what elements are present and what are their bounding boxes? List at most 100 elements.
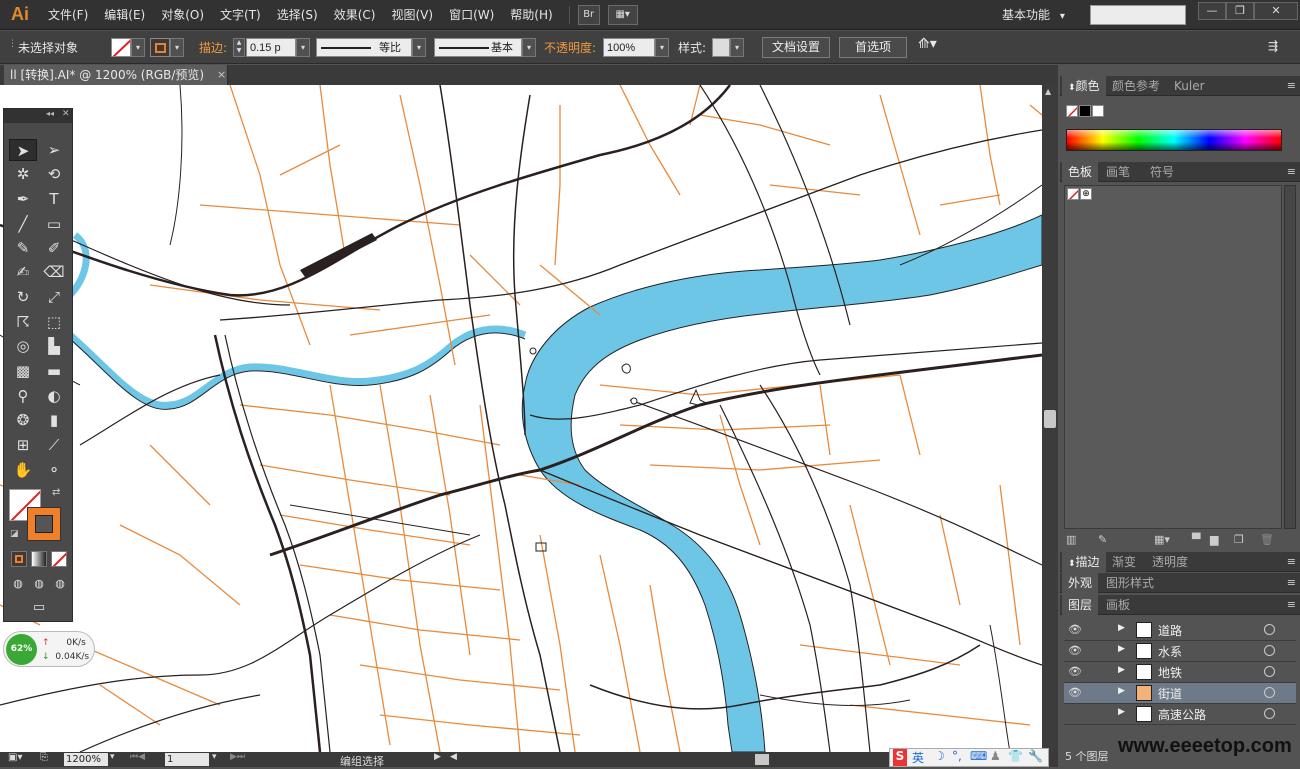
swatch-scrollbar[interactable] <box>1284 185 1296 529</box>
tab-layers[interactable]: 图层 <box>1062 595 1099 615</box>
eye-icon[interactable]: 👁 <box>1068 624 1082 636</box>
rotate-tool-icon[interactable]: ↻ <box>9 286 37 308</box>
delete-swatch-icon[interactable]: 🗑 <box>1260 533 1274 546</box>
moon-icon[interactable]: ☽ <box>934 749 945 763</box>
tab-color-guide[interactable]: 颜色参考 <box>1106 76 1166 96</box>
expand-arrow-icon[interactable]: ▶ <box>1118 665 1125 675</box>
eye-icon[interactable]: 👁 <box>1068 666 1082 678</box>
rectangle-tool-icon[interactable]: ▭ <box>40 213 68 235</box>
lasso-tool-icon[interactable]: ⟲ <box>40 163 68 185</box>
bridge-button[interactable]: Br <box>577 4 600 25</box>
opacity-input[interactable] <box>603 38 655 57</box>
panel-menu-icon[interactable]: ≡ <box>1287 76 1296 96</box>
layer-row[interactable]: 👁 ▶ 水系 <box>1064 641 1296 662</box>
color-swatch-white[interactable] <box>1092 105 1104 117</box>
eraser-tool-icon[interactable]: ⌫ <box>40 261 68 283</box>
skin-icon[interactable]: 👕 <box>1008 749 1023 763</box>
minimize-button[interactable]: — <box>1198 2 1226 20</box>
zoom-level-input[interactable]: 1200% <box>64 753 108 766</box>
status-arrow-icon[interactable]: ▶ <box>434 752 441 762</box>
stroke-color-box[interactable] <box>150 38 170 57</box>
menu-help[interactable]: 帮助(H) <box>502 0 560 30</box>
layer-row[interactable]: ▶ 高速公路 <box>1064 704 1296 725</box>
menu-window[interactable]: 窗口(W) <box>441 0 502 30</box>
blob-brush-tool-icon[interactable]: ✍ <box>9 261 37 283</box>
artboard-tool-icon[interactable]: ⊞ <box>9 434 37 456</box>
user-icon[interactable]: ♟ <box>990 749 1001 763</box>
symbol-sprayer-tool-icon[interactable]: ❂ <box>9 409 37 431</box>
panel-menu-icon[interactable]: ≡ <box>1287 552 1296 572</box>
expand-arrow-icon[interactable]: ▶ <box>1118 707 1125 717</box>
stroke-weight-dropdown[interactable]: ▾ <box>296 38 310 57</box>
swatch-registration[interactable]: ⊕ <box>1080 188 1092 200</box>
swatch-kind-icon[interactable]: ▦▾ <box>1154 533 1170 546</box>
collapse-icon[interactable]: ◂◂ <box>46 109 54 118</box>
workspace-switcher[interactable]: 基本功能 ▾ <box>1002 0 1065 30</box>
layer-row-selected[interactable]: 👁 ▶ 街道 <box>1064 683 1296 704</box>
stroke-weight-label[interactable]: 描边: <box>199 39 227 56</box>
restore-button[interactable]: ❐ <box>1226 2 1254 20</box>
panel-menu-icon[interactable]: ⇶ <box>1268 39 1278 53</box>
screen-mode-icon[interactable]: ▭ <box>24 597 54 619</box>
menu-file[interactable]: 文件(F) <box>40 0 96 30</box>
tools-panel-header[interactable]: ◂◂ ✕ <box>4 109 72 123</box>
hand-tool-icon[interactable]: ✋ <box>9 459 37 481</box>
gradient-mode-button[interactable] <box>31 551 47 567</box>
tab-appearance[interactable]: 外观 <box>1062 573 1099 593</box>
swatch-none[interactable] <box>1067 188 1079 200</box>
panel-menu-icon[interactable]: ≡ <box>1287 595 1296 615</box>
style-dropdown[interactable]: ▾ <box>730 38 744 57</box>
swap-fill-stroke-icon[interactable]: ⇄ <box>52 487 60 498</box>
vertical-scroll-thumb[interactable] <box>1044 410 1056 428</box>
opacity-label[interactable]: 不透明度: <box>544 39 596 56</box>
target-icon[interactable] <box>1264 708 1275 719</box>
layer-row[interactable]: 👁 ▶ 道路 <box>1064 620 1296 641</box>
expand-arrow-icon[interactable]: ▶ <box>1118 623 1125 633</box>
page-number-input[interactable]: 1 <box>165 753 209 766</box>
new-swatch-icon[interactable]: ❐ <box>1234 533 1244 546</box>
wrench-icon[interactable]: 🔧 <box>1028 749 1043 763</box>
close-button[interactable]: ✕ <box>1254 2 1298 20</box>
layer-name[interactable]: 道路 <box>1158 622 1182 639</box>
fill-color-box[interactable] <box>111 38 131 57</box>
default-colors-icon[interactable]: ◪ <box>10 529 19 539</box>
export-icon[interactable]: ⎘ <box>40 752 48 763</box>
color-mode-button[interactable] <box>11 551 27 567</box>
selection-tool-icon[interactable]: ➤ <box>9 139 37 161</box>
target-icon[interactable] <box>1264 687 1275 698</box>
stroke-weight-input[interactable] <box>246 38 296 57</box>
layer-name[interactable]: 街道 <box>1158 685 1182 702</box>
type-tool-icon[interactable]: T <box>40 188 68 210</box>
column-graph-tool-icon[interactable]: ▮ <box>40 409 68 431</box>
perspective-grid-tool-icon[interactable]: ▙ <box>40 335 68 357</box>
scale-tool-icon[interactable]: ⤢ <box>40 286 68 308</box>
target-icon[interactable] <box>1264 645 1275 656</box>
tab-kuler[interactable]: Kuler <box>1168 76 1211 96</box>
layer-name[interactable]: 地铁 <box>1158 664 1182 681</box>
draw-inside-icon[interactable]: ◍ <box>50 573 70 595</box>
line-tool-icon[interactable]: ╱ <box>9 213 37 235</box>
document-tab[interactable]: ll [转换].AI* @ 1200% (RGB/预览) × <box>4 65 228 85</box>
target-icon[interactable] <box>1264 624 1275 635</box>
fill-dropdown[interactable]: ▾ <box>131 38 145 57</box>
tab-graphic-styles[interactable]: 图形样式 <box>1100 573 1160 593</box>
none-mode-button[interactable] <box>51 551 67 567</box>
brush-dropdown[interactable]: ▾ <box>522 38 536 57</box>
ime-toolbar[interactable]: S 英 ☽ °, ⌨ ♟ 👕 🔧 <box>889 748 1049 767</box>
eye-icon[interactable]: 👁 <box>1068 645 1082 657</box>
folder-icon[interactable]: ▆ <box>1210 533 1218 546</box>
shape-builder-tool-icon[interactable]: ◎ <box>9 335 37 357</box>
scroll-left-icon[interactable]: ◀ <box>450 752 457 762</box>
zoom-dropdown-icon[interactable]: ▾ <box>110 752 115 762</box>
gradient-tool-icon[interactable]: ▬ <box>40 360 68 382</box>
last-page-icon[interactable]: ▶⏭ <box>230 752 245 762</box>
menu-edit[interactable]: 编辑(E) <box>96 0 153 30</box>
search-input[interactable] <box>1090 5 1186 25</box>
arrange-documents-button[interactable]: ▦▾ <box>607 4 638 25</box>
expand-arrow-icon[interactable]: ▶ <box>1118 686 1125 696</box>
zoom-tool-icon[interactable]: ⚬ <box>40 459 68 481</box>
profile-dropdown[interactable]: ▾ <box>412 38 426 57</box>
brush-definition[interactable]: 基本 <box>434 38 522 57</box>
layer-name[interactable]: 水系 <box>1158 643 1182 660</box>
pen-tool-icon[interactable]: ✒ <box>9 188 37 210</box>
